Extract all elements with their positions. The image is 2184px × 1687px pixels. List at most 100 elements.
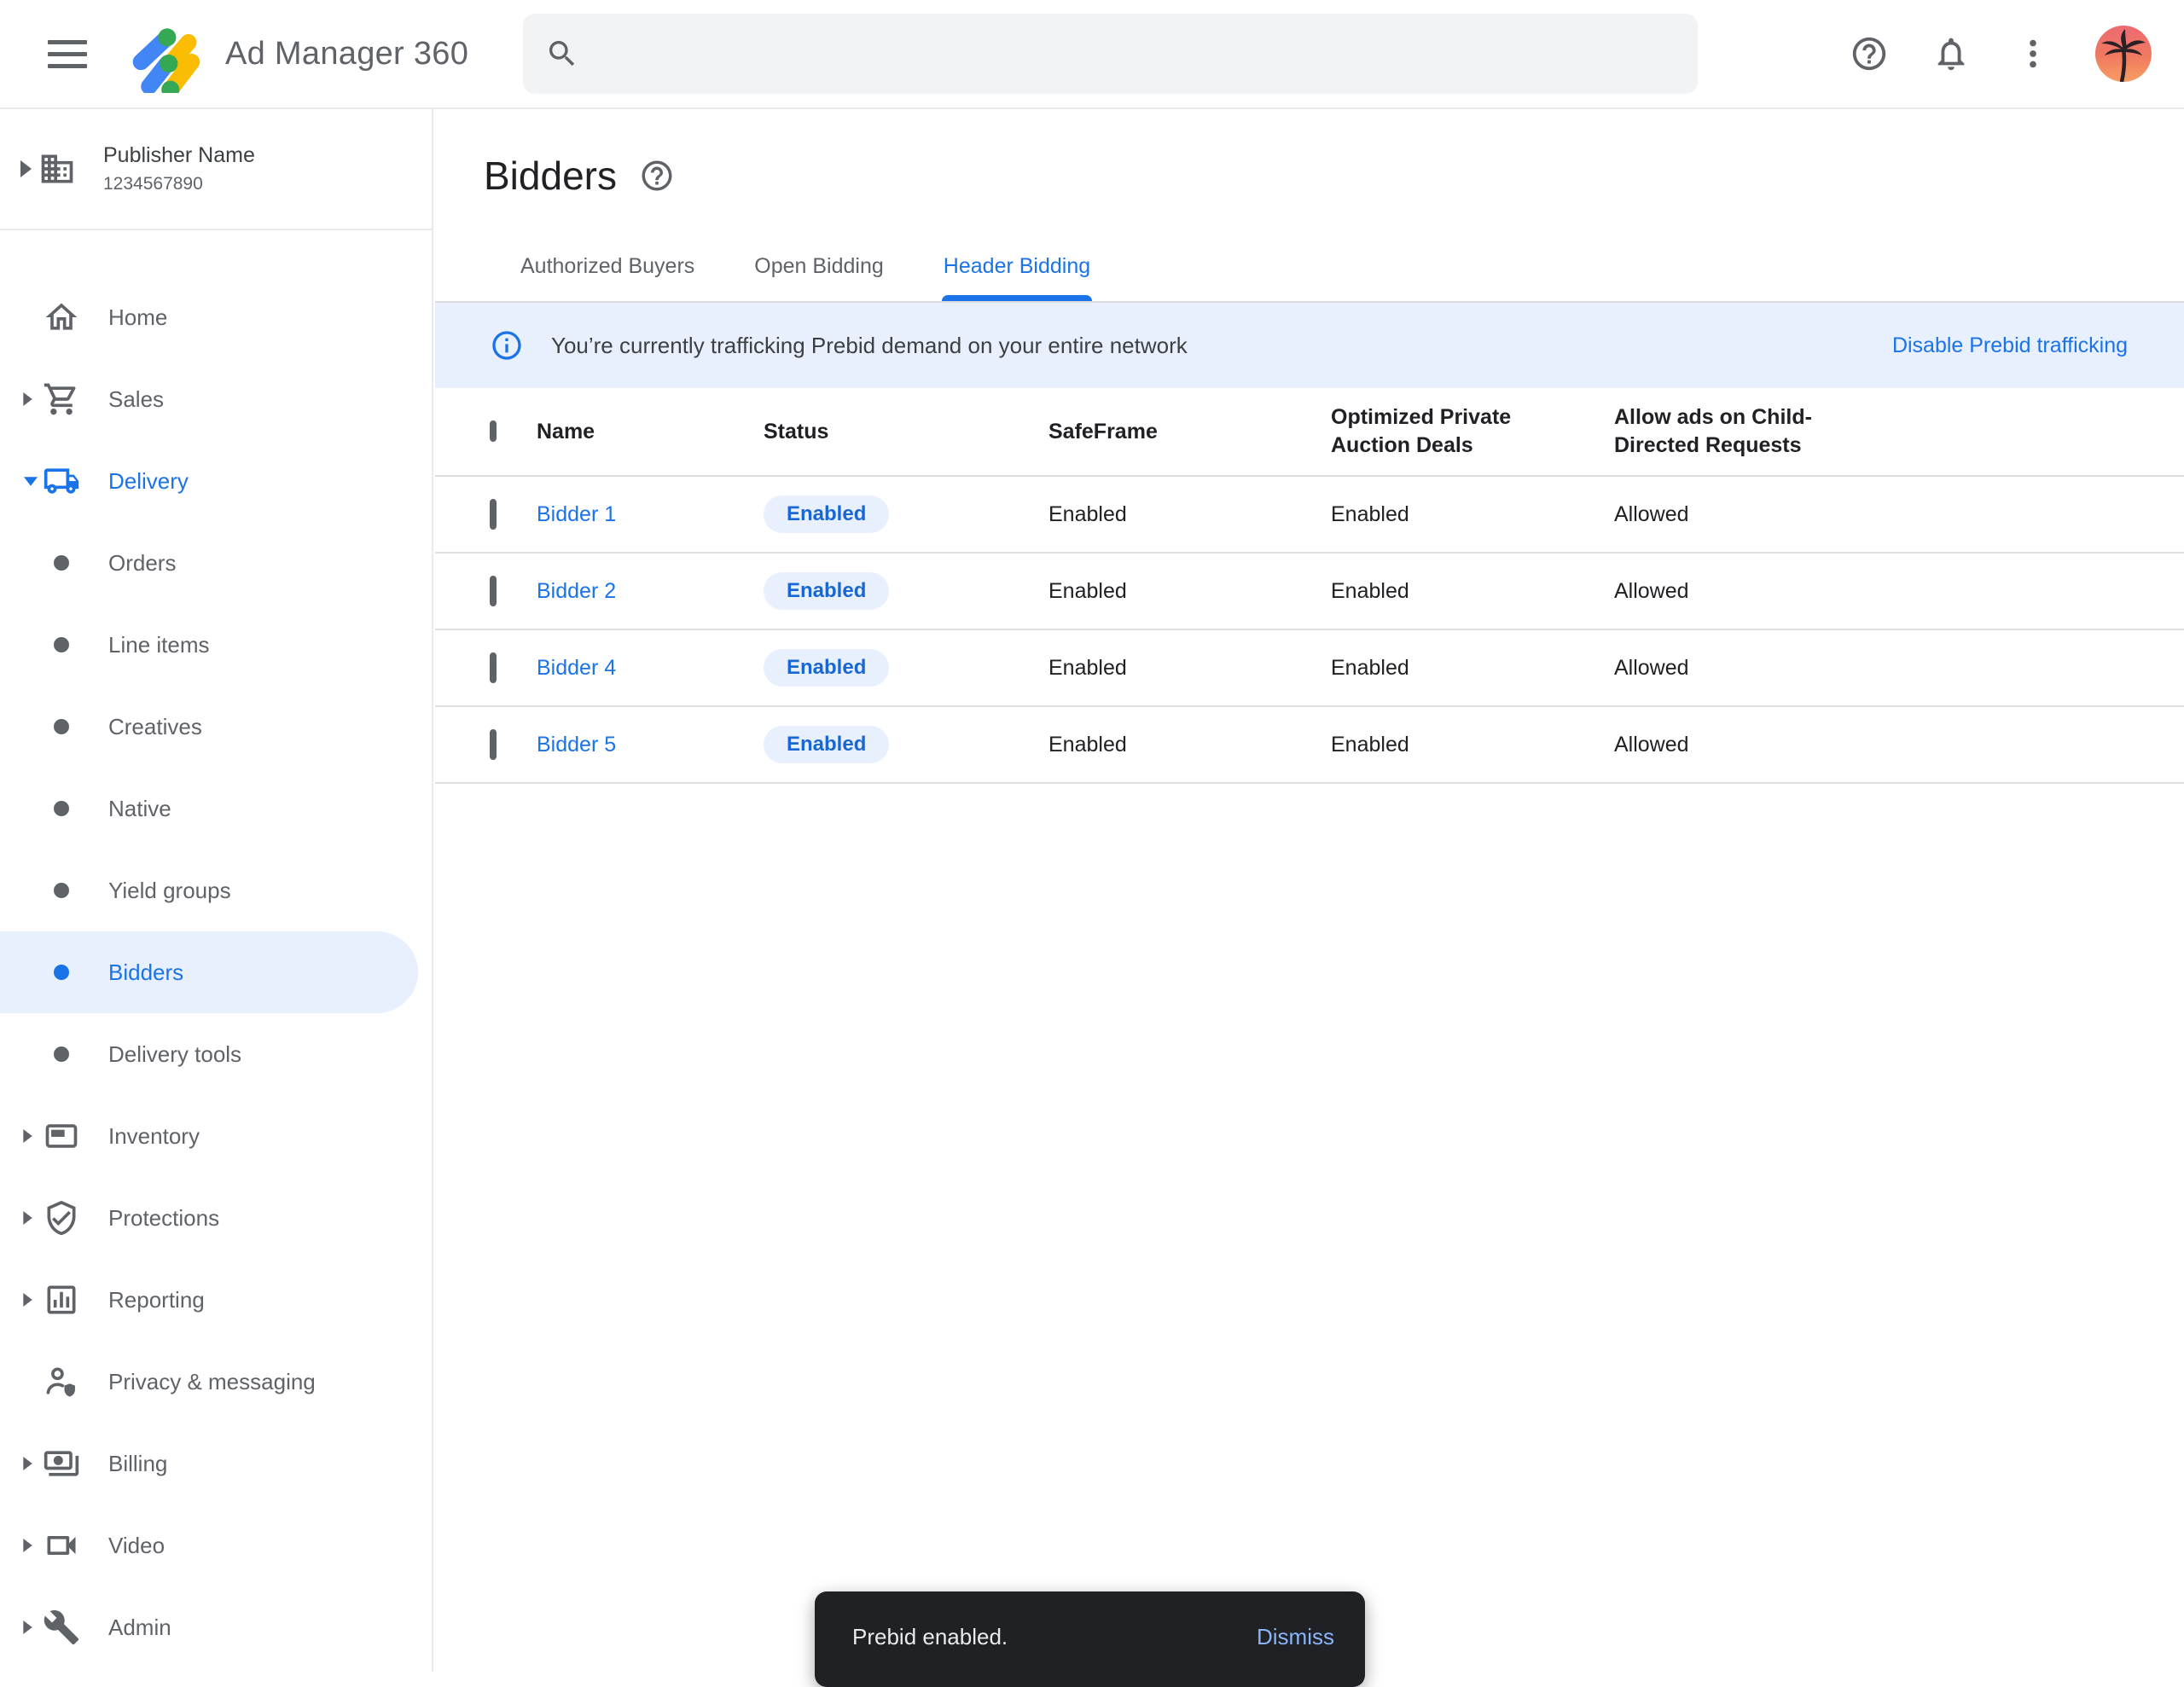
row-checkbox[interactable] — [490, 652, 497, 683]
chevron-right-icon — [23, 1539, 32, 1552]
chevron-right-icon — [23, 1211, 32, 1225]
sidebar-item-inventory[interactable]: Inventory — [0, 1095, 432, 1177]
sidebar-item-home[interactable]: Home — [0, 276, 432, 358]
cart-icon — [43, 380, 80, 418]
private-auction-value: Enabled — [1331, 579, 1614, 604]
private-auction-value: Enabled — [1331, 733, 1614, 757]
bullet-dot-icon — [43, 883, 80, 898]
privacy-person-icon — [43, 1363, 80, 1400]
sidebar-item-delivery-tools[interactable]: Delivery tools — [0, 1013, 432, 1095]
account-avatar[interactable] — [2095, 26, 2152, 82]
bullet-dot-icon — [43, 637, 80, 652]
bidder-link[interactable]: Bidder 2 — [537, 579, 616, 603]
banner-message: You’re currently trafficking Prebid dema… — [551, 333, 1188, 359]
chevron-right-icon — [23, 1457, 32, 1470]
building-icon — [38, 150, 76, 188]
sidebar-item-creatives[interactable]: Creatives — [0, 686, 432, 768]
toast-message: Prebid enabled. — [852, 1624, 1008, 1650]
sidebar-item-label: Protections — [108, 1205, 219, 1232]
sidebar-item-video[interactable]: Video — [0, 1504, 432, 1586]
safeframe-value: Enabled — [1048, 502, 1331, 527]
sidebar-item-label: Delivery — [108, 468, 189, 495]
child-directed-value: Allowed — [1614, 579, 2164, 604]
row-checkbox[interactable] — [490, 729, 497, 760]
sidebar-item-bidders[interactable]: Bidders — [0, 931, 418, 1013]
tab-open-bidding[interactable]: Open Bidding — [752, 247, 886, 301]
publisher-name: Publisher Name — [103, 143, 255, 168]
page-title: Bidders — [484, 153, 617, 199]
search-bar[interactable] — [523, 14, 1698, 94]
sidebar-item-protections[interactable]: Protections — [0, 1177, 432, 1259]
tab-bar: Authorized Buyers Open Bidding Header Bi… — [435, 247, 2184, 303]
snackbar-toast: Prebid enabled. Dismiss — [815, 1591, 1365, 1687]
sidebar-item-label: Line items — [108, 632, 210, 658]
status-badge: Enabled — [764, 649, 889, 687]
dismiss-button[interactable]: Dismiss — [1257, 1624, 1334, 1650]
chevron-right-icon — [20, 160, 32, 177]
safeframe-value: Enabled — [1048, 733, 1331, 757]
sidebar-item-line-items[interactable]: Line items — [0, 604, 432, 686]
sidebar-item-orders[interactable]: Orders — [0, 522, 432, 604]
status-badge: Enabled — [764, 572, 889, 610]
sidebar-item-billing[interactable]: Billing — [0, 1423, 432, 1504]
notifications-button[interactable] — [1931, 34, 1971, 73]
safeframe-value: Enabled — [1048, 656, 1331, 681]
top-app-bar: Ad Manager 360 — [0, 0, 2184, 109]
child-directed-value: Allowed — [1614, 502, 2164, 527]
tab-authorized-buyers[interactable]: Authorized Buyers — [519, 247, 696, 301]
disable-prebid-link[interactable]: Disable Prebid trafficking — [1892, 333, 2128, 358]
sidebar-item-privacy-messaging[interactable]: Privacy & messaging — [0, 1341, 432, 1423]
page-help-icon[interactable] — [639, 158, 675, 194]
chevron-right-icon — [23, 1620, 32, 1634]
ad-manager-logo-icon[interactable] — [126, 14, 205, 93]
sidebar-item-reporting[interactable]: Reporting — [0, 1259, 432, 1341]
row-checkbox[interactable] — [490, 576, 497, 606]
child-directed-value: Allowed — [1614, 733, 2164, 757]
table-row: Bidder 2 Enabled Enabled Enabled Allowed — [435, 554, 2184, 630]
sidebar-item-label: Reporting — [108, 1287, 205, 1313]
info-icon — [490, 328, 524, 362]
bullet-dot-icon — [43, 1046, 80, 1062]
sidebar-item-label: Privacy & messaging — [108, 1369, 316, 1395]
bullet-dot-icon — [43, 555, 80, 571]
row-checkbox[interactable] — [490, 499, 497, 530]
hamburger-menu-icon[interactable] — [48, 34, 87, 73]
column-header-safeframe: SafeFrame — [1048, 418, 1331, 446]
sidebar-item-label: Orders — [108, 550, 176, 577]
sidebar-item-label: Delivery tools — [108, 1041, 241, 1068]
bidder-link[interactable]: Bidder 1 — [537, 502, 616, 526]
column-header-child-directed: Allow ads on Child-Directed Requests — [1614, 403, 1834, 460]
sidebar-item-native[interactable]: Native — [0, 768, 432, 849]
report-chart-icon — [43, 1281, 80, 1319]
shield-check-icon — [43, 1199, 80, 1237]
table-row: Bidder 4 Enabled Enabled Enabled Allowed — [435, 630, 2184, 707]
help-icon — [1850, 34, 1889, 73]
home-icon — [43, 299, 80, 336]
nav-list: Home Sales Delivery Orders Line items — [0, 276, 432, 1668]
private-auction-value: Enabled — [1331, 656, 1614, 681]
table-row: Bidder 5 Enabled Enabled Enabled Allowed — [435, 707, 2184, 784]
sidebar-item-label: Billing — [108, 1451, 167, 1477]
publisher-switcher[interactable]: Publisher Name 1234567890 — [0, 109, 432, 230]
select-all-checkbox[interactable] — [490, 420, 497, 442]
search-input[interactable] — [598, 28, 1676, 79]
ad-unit-icon — [43, 1117, 80, 1155]
product-title: Ad Manager 360 — [225, 36, 468, 72]
sidebar-item-label: Admin — [108, 1615, 171, 1641]
videocam-icon — [43, 1527, 80, 1564]
bidder-link[interactable]: Bidder 5 — [537, 733, 616, 757]
sidebar-item-delivery[interactable]: Delivery — [0, 440, 432, 522]
wrench-icon — [43, 1609, 80, 1646]
sidebar-item-label: Video — [108, 1533, 165, 1559]
tab-header-bidding[interactable]: Header Bidding — [942, 247, 1092, 301]
column-header-status: Status — [764, 418, 1048, 446]
bidder-link[interactable]: Bidder 4 — [537, 656, 616, 680]
more-options-button[interactable] — [2013, 34, 2053, 73]
info-banner: You’re currently trafficking Prebid dema… — [435, 303, 2184, 388]
sidebar-item-sales[interactable]: Sales — [0, 358, 432, 440]
sidebar-item-admin[interactable]: Admin — [0, 1586, 432, 1668]
child-directed-value: Allowed — [1614, 656, 2164, 681]
help-button[interactable] — [1850, 34, 1889, 73]
sidebar-item-label: Sales — [108, 386, 164, 413]
sidebar-item-yield-groups[interactable]: Yield groups — [0, 849, 432, 931]
